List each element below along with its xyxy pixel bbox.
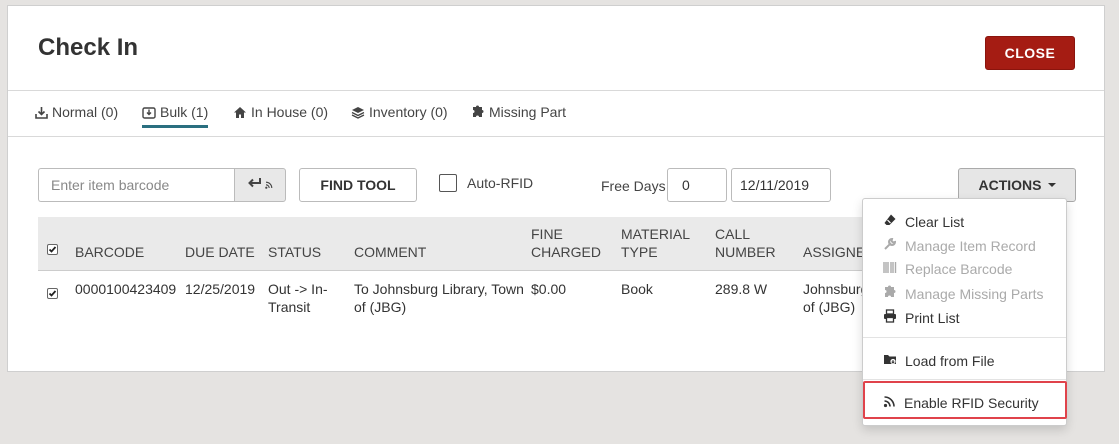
menu-divider bbox=[863, 337, 1066, 338]
menu-item-load-from-file[interactable]: Load from File bbox=[883, 352, 994, 369]
highlight-box bbox=[863, 381, 1067, 419]
menu-divider bbox=[863, 379, 1066, 380]
menu-item-clear-list[interactable]: Clear List bbox=[883, 213, 964, 230]
cell-text: To Johnsburg Library, Town bbox=[354, 281, 524, 297]
barcode-input[interactable] bbox=[38, 168, 234, 202]
menu-item-label: Print List bbox=[905, 309, 960, 326]
check-icon bbox=[48, 290, 57, 297]
enter-icon bbox=[247, 176, 263, 194]
column-barcode[interactable]: BARCODE bbox=[75, 243, 144, 261]
tab-label: Normal (0) bbox=[52, 104, 119, 120]
column-material-type[interactable]: MATERIAL TYPE bbox=[621, 225, 690, 261]
header-divider bbox=[38, 270, 898, 271]
column-call-number[interactable]: CALL NUMBER bbox=[715, 225, 776, 261]
column-label: CALL bbox=[715, 226, 751, 242]
cell-material: Book bbox=[621, 281, 653, 297]
column-status[interactable]: STATUS bbox=[268, 243, 321, 261]
actions-button[interactable]: ACTIONS bbox=[958, 168, 1076, 202]
actions-label: ACTIONS bbox=[978, 177, 1042, 193]
rfid-icon bbox=[265, 176, 273, 194]
tab-in-house[interactable]: In House (0) bbox=[233, 104, 328, 120]
column-label: FINE bbox=[531, 226, 563, 242]
tab-label: Inventory (0) bbox=[369, 104, 448, 120]
menu-item-print-list[interactable]: Print List bbox=[883, 309, 959, 326]
column-comment[interactable]: COMMENT bbox=[354, 243, 426, 261]
submit-barcode-button[interactable] bbox=[234, 168, 286, 202]
puzzle-icon bbox=[471, 105, 485, 119]
cell-text: of (JBG) bbox=[354, 299, 407, 315]
bulk-icon bbox=[142, 106, 156, 119]
barcode-icon bbox=[883, 261, 897, 277]
divider bbox=[8, 136, 1104, 137]
print-icon bbox=[883, 309, 897, 326]
tab-normal[interactable]: Normal (0) bbox=[35, 104, 118, 120]
tab-inventory[interactable]: Inventory (0) bbox=[351, 104, 448, 120]
column-label: NUMBER bbox=[715, 244, 776, 260]
tab-label: In House (0) bbox=[251, 104, 329, 120]
download-icon bbox=[35, 106, 48, 119]
wrench-icon bbox=[883, 237, 897, 254]
menu-item-manage-missing-parts[interactable]: Manage Missing Parts bbox=[883, 285, 1044, 302]
cell-text: Out -> In- bbox=[268, 281, 328, 297]
tab-bulk[interactable]: Bulk (1) bbox=[142, 104, 208, 120]
eraser-icon bbox=[883, 213, 897, 230]
cell-call-number: 289.8 W bbox=[715, 281, 768, 297]
tab-label: Missing Part bbox=[489, 104, 567, 120]
tab-label: Bulk (1) bbox=[160, 104, 209, 120]
menu-item-label: Manage Item Record bbox=[905, 237, 1036, 254]
menu-item-replace-barcode[interactable]: Replace Barcode bbox=[883, 261, 1012, 277]
column-fine-charged[interactable]: FINE CHARGED bbox=[531, 225, 601, 261]
auto-rfid-checkbox[interactable] bbox=[439, 174, 457, 192]
cell-fine: $0.00 bbox=[531, 281, 567, 297]
chevron-down-icon bbox=[1047, 183, 1056, 187]
column-label: TYPE bbox=[621, 244, 658, 260]
column-due-date[interactable]: DUE DATE bbox=[185, 243, 255, 261]
menu-item-label: Manage Missing Parts bbox=[905, 285, 1044, 302]
find-tool-button[interactable]: FIND TOOL bbox=[299, 168, 417, 202]
active-tab-indicator bbox=[142, 125, 208, 128]
menu-item-label: Load from File bbox=[905, 352, 995, 369]
cell-barcode: 0000100423409 bbox=[75, 281, 177, 297]
free-days-input[interactable]: 0 bbox=[667, 168, 727, 202]
column-label: CHARGED bbox=[531, 244, 602, 260]
menu-item-manage-item-record[interactable]: Manage Item Record bbox=[883, 237, 1036, 254]
auto-rfid-label: Auto-RFID bbox=[467, 175, 534, 191]
free-days-label: Free Days bbox=[601, 178, 666, 194]
page-title: Check In bbox=[38, 34, 139, 61]
home-icon bbox=[233, 106, 247, 119]
select-all-checkbox[interactable] bbox=[47, 244, 58, 255]
layers-icon bbox=[351, 106, 365, 119]
folder-icon bbox=[883, 352, 897, 369]
date-input[interactable]: 12/11/2019 bbox=[731, 168, 831, 202]
cell-comment: To Johnsburg Library, Town of (JBG) bbox=[354, 280, 524, 316]
cell-text: Transit bbox=[268, 299, 311, 315]
menu-item-label: Clear List bbox=[905, 213, 965, 230]
cell-status: Out -> In- Transit bbox=[268, 280, 328, 316]
column-label: MATERIAL bbox=[621, 226, 690, 242]
divider bbox=[8, 90, 1104, 91]
close-button[interactable]: CLOSE bbox=[985, 36, 1075, 70]
check-icon bbox=[48, 246, 57, 253]
row-checkbox[interactable] bbox=[47, 288, 58, 299]
puzzle-icon bbox=[883, 285, 897, 302]
cell-due-date: 12/25/2019 bbox=[185, 281, 256, 297]
menu-item-label: Replace Barcode bbox=[905, 261, 1013, 277]
tab-missing-part[interactable]: Missing Part bbox=[471, 104, 566, 120]
